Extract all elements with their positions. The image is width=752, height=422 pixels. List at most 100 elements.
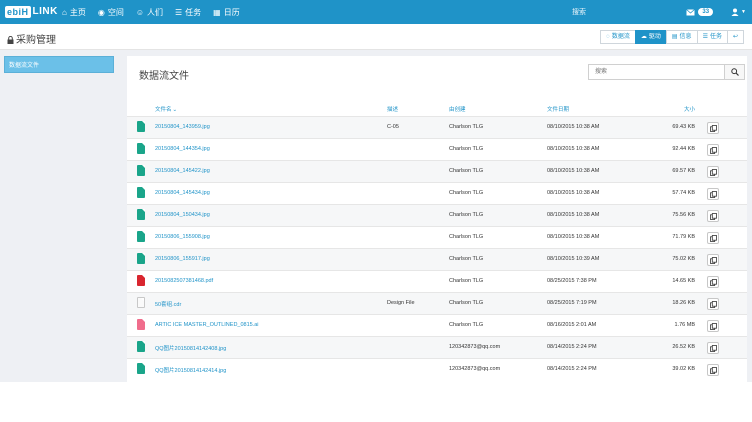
nav-item-label: 主页: [69, 7, 86, 17]
file-creator: Charlson TLG: [449, 322, 484, 328]
file-date: 08/10/2015 10:39 AM: [547, 256, 600, 262]
file-size: 1.76 MB: [674, 322, 695, 328]
copy-button[interactable]: [707, 122, 719, 134]
table-row[interactable]: 50套组.cdr Design File Charlson TLG 08/25/201…: [127, 292, 747, 314]
chat-icon: ◉: [97, 7, 105, 17]
nav-item-2[interactable]: ☺ 人们: [136, 7, 163, 18]
copy-button[interactable]: [707, 210, 719, 222]
file-size: 39.02 KB: [672, 366, 695, 372]
jpg-file-icon: [137, 231, 145, 242]
tab-label: 信息: [679, 34, 692, 40]
comment-icon: ◌: [606, 34, 610, 40]
file-size: 18.26 KB: [672, 300, 695, 306]
file-date: 08/16/2015 2:01 AM: [547, 322, 597, 328]
file-name-link[interactable]: 20150804_150434.jpg: [155, 212, 210, 218]
table-row[interactable]: ARTIC ICE MASTER_OUTLINED_0815.ai Charlso…: [127, 314, 747, 336]
table-row[interactable]: 20150806_155917.jpg Charlson TLG 08/10/201…: [127, 248, 747, 270]
column-header-date[interactable]: 文件日期: [547, 105, 569, 113]
jpg-file-icon: [137, 165, 145, 176]
table-row[interactable]: 20150806_155908.jpg Charlson TLG 08/10/201…: [127, 226, 747, 248]
copy-button[interactable]: [707, 342, 719, 354]
table-row[interactable]: 20150804_143959.jpg C-05 Charlson TLG 08/10…: [127, 116, 747, 138]
copy-button[interactable]: [707, 276, 719, 288]
nav-item-4[interactable]: ▦ 日历: [213, 7, 240, 18]
file-name-link[interactable]: QQ图片20150814142414.jpg: [155, 366, 226, 374]
table-row[interactable]: QQ图片20150814142408.jpg 120342873@qq.com 08…: [127, 336, 747, 358]
table-row[interactable]: QQ图片20150814142414.jpg 120342873@qq.com 08…: [127, 358, 747, 380]
user-icon: [731, 8, 739, 16]
file-name-link[interactable]: 50套组.cdr: [155, 300, 181, 308]
table-row[interactable]: 20150804_145434.jpg Charlson TLG 08/10/201…: [127, 182, 747, 204]
nav-item-label: 空间: [107, 7, 124, 17]
table-header: 文件名⌄ 描述 由创建 文件日期 大小: [127, 102, 747, 116]
file-name-link[interactable]: 20150804_145422.jpg: [155, 168, 210, 174]
tab-3[interactable]: ☰ 任务: [696, 30, 728, 44]
mail-button[interactable]: 33: [686, 8, 714, 16]
search-input[interactable]: [589, 65, 724, 79]
nav-item-1[interactable]: ◉ 空间: [98, 7, 124, 18]
copy-button[interactable]: [707, 320, 719, 332]
copy-button[interactable]: [707, 232, 719, 244]
user-menu[interactable]: ▼: [731, 8, 746, 16]
nav-item-0[interactable]: ⌂ 主页: [62, 7, 86, 18]
table-row[interactable]: 2015082507381468.pdf Charlson TLG 08/25/20…: [127, 270, 747, 292]
copy-icon: [709, 124, 717, 132]
file-creator: 120342873@qq.com: [449, 366, 501, 372]
copy-icon: [709, 300, 717, 308]
copy-button[interactable]: [707, 144, 719, 156]
nav-item-3[interactable]: ☰ 任务: [175, 7, 201, 18]
copy-button[interactable]: [707, 364, 719, 376]
file-search: [588, 64, 745, 80]
copy-button[interactable]: [707, 298, 719, 310]
file-size: 69.43 KB: [672, 124, 695, 130]
people-icon: ☺: [135, 7, 144, 17]
file-size: 26.52 KB: [672, 344, 695, 350]
copy-button[interactable]: [707, 188, 719, 200]
lock-icon: [7, 35, 14, 44]
file-name-link[interactable]: 20150804_143959.jpg: [155, 124, 210, 130]
file-size: 69.57 KB: [672, 168, 695, 174]
file-name-link[interactable]: QQ图片20150814142408.jpg: [155, 344, 226, 352]
file-table-body: 20150804_143959.jpg C-05 Charlson TLG 08/10…: [127, 116, 747, 380]
app-logo[interactable]: ebiH LINK: [5, 4, 58, 19]
file-panel: 数据流文件 文件名⌄ 描述 由创建 文件日期 大小 20150804_14395…: [127, 56, 747, 382]
file-date: 08/10/2015 10:38 AM: [547, 124, 600, 130]
file-size: 57.74 KB: [672, 190, 695, 196]
search-button[interactable]: [724, 65, 744, 79]
file-name-link[interactable]: 20150804_145434.jpg: [155, 190, 210, 196]
file-creator: Charlson TLG: [449, 190, 484, 196]
tab-1[interactable]: ☁ 驱动: [634, 30, 667, 44]
copy-button[interactable]: [707, 254, 719, 266]
column-header-desc[interactable]: 描述: [387, 105, 398, 113]
file-name-link[interactable]: 2015082507381468.pdf: [155, 278, 213, 284]
file-date: 08/10/2015 10:38 AM: [547, 212, 600, 218]
column-name-label: 文件名: [155, 107, 172, 113]
table-row[interactable]: 20150804_145422.jpg Charlson TLG 08/10/201…: [127, 160, 747, 182]
file-creator: Charlson TLG: [449, 168, 484, 174]
jpg-file-icon: [137, 143, 145, 154]
file-creator: Charlson TLG: [449, 256, 484, 262]
tab-4[interactable]: ↩: [726, 30, 744, 44]
file-description: C-05: [387, 124, 399, 130]
global-search-label[interactable]: 搜索: [572, 7, 586, 17]
copy-icon: [709, 256, 717, 264]
sidebar-item-stream-files[interactable]: 数据流文件: [4, 56, 114, 73]
file-creator: Charlson TLG: [449, 278, 484, 284]
file-name-link[interactable]: 20150806_155908.jpg: [155, 234, 210, 240]
column-header-creator[interactable]: 由创建: [449, 105, 466, 113]
top-navbar: ebiH LINK ⌂ 主页 ◉ 空间 ☺ 人们 ☰ 任务 ▦ 日历 搜索 33 ▼: [0, 0, 752, 24]
table-row[interactable]: 20150804_150434.jpg Charlson TLG 08/10/201…: [127, 204, 747, 226]
file-name-link[interactable]: 20150806_155917.jpg: [155, 256, 210, 262]
copy-icon: [709, 278, 717, 286]
mail-count-badge: 33: [698, 8, 714, 16]
column-header-name[interactable]: 文件名⌄: [155, 105, 177, 113]
column-header-size[interactable]: 大小: [684, 105, 695, 113]
tab-label: 数据流: [611, 34, 630, 40]
file-name-link[interactable]: 20150804_144354.jpg: [155, 146, 210, 152]
copy-button[interactable]: [707, 166, 719, 178]
tab-0[interactable]: ◌ 数据流: [600, 30, 636, 44]
file-name-link[interactable]: ARTIC ICE MASTER_OUTLINED_0815.ai: [155, 322, 259, 328]
file-date: 08/10/2015 10:38 AM: [547, 190, 600, 196]
table-row[interactable]: 20150804_144354.jpg Charlson TLG 08/10/201…: [127, 138, 747, 160]
tab-2[interactable]: ▤ 信息: [665, 30, 698, 44]
